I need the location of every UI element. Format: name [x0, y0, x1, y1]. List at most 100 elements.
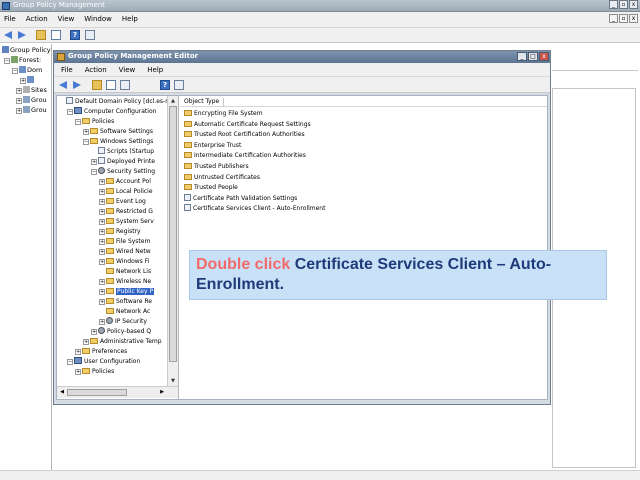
editor-close-icon[interactable]: x	[539, 52, 549, 61]
up-folder-icon[interactable]	[36, 30, 46, 40]
tree-node[interactable]: + Wired Netw	[99, 247, 151, 257]
child-minimize-icon[interactable]: _	[609, 14, 618, 23]
editor-up-folder-icon[interactable]	[92, 80, 102, 90]
expand-icon[interactable]: +	[20, 78, 26, 84]
tree-node[interactable]: − Policies	[75, 117, 114, 127]
expand-icon[interactable]: +	[99, 289, 105, 295]
list-item[interactable]: Encrypting File System	[184, 109, 263, 119]
editor-maximize-icon[interactable]: □	[528, 52, 538, 61]
expand-icon[interactable]: +	[99, 279, 105, 285]
tree-node[interactable]: + Windows Fi	[99, 257, 149, 267]
expand-icon[interactable]: +	[16, 98, 22, 104]
column-object-type[interactable]: Object Type	[184, 98, 224, 106]
editor-menu-view[interactable]: View	[119, 66, 136, 74]
expand-icon[interactable]: +	[16, 88, 22, 94]
tree-group-policy[interactable]: Group Policy	[2, 46, 51, 56]
list-item[interactable]: Certificate Path Validation Settings	[184, 193, 297, 204]
menu-file[interactable]: File	[4, 15, 16, 23]
editor-menu-action[interactable]: Action	[85, 66, 107, 74]
expand-icon[interactable]: +	[99, 259, 105, 265]
tree-node[interactable]: Network Lis	[99, 267, 151, 277]
tree-node[interactable]: + Administrative Temp	[83, 337, 162, 347]
editor-menu-help[interactable]: Help	[147, 66, 163, 74]
restore-icon[interactable]: ▫	[619, 0, 628, 9]
list-item[interactable]: Certificate Services Client - Auto-Enrol…	[184, 204, 325, 214]
collapse-icon[interactable]: −	[4, 58, 10, 64]
expand-icon[interactable]: +	[99, 299, 105, 305]
tree-group-results[interactable]: + Grou	[16, 106, 47, 116]
list-column-header[interactable]: Object Type	[180, 98, 547, 107]
tree-node[interactable]: Network Ac	[99, 307, 150, 317]
tree-node[interactable]: − Windows Settings	[83, 137, 153, 147]
expand-icon[interactable]: +	[99, 219, 105, 225]
list-item[interactable]: Trusted Root Certification Authorities	[184, 130, 305, 140]
editor-forward-arrow-icon[interactable]	[72, 80, 82, 90]
list-item[interactable]: Enterprise Trust	[184, 141, 241, 151]
properties-icon[interactable]	[85, 30, 95, 40]
expand-icon[interactable]: +	[75, 369, 81, 375]
list-item[interactable]: Automatic Certificate Request Settings	[184, 120, 311, 130]
tree-node[interactable]: − User Configuration	[67, 357, 140, 367]
list-item[interactable]: Trusted Publishers	[184, 162, 249, 172]
scroll-up-icon[interactable]: ▲	[169, 97, 177, 105]
editor-export-list-icon[interactable]	[120, 80, 130, 90]
tree-node[interactable]: + Local Policie	[99, 187, 153, 197]
tree-node[interactable]: + Restricted G	[99, 207, 153, 217]
editor-back-arrow-icon[interactable]	[59, 80, 69, 90]
menu-view[interactable]: View	[58, 15, 75, 23]
tree-vertical-scrollbar[interactable]: ▲ ▼	[167, 96, 178, 386]
tree-domain[interactable]: − Dom	[12, 66, 42, 76]
tree-node[interactable]: − Security Setting	[91, 167, 155, 177]
forward-arrow-icon[interactable]	[17, 30, 27, 40]
help-icon[interactable]: ?	[70, 30, 80, 40]
tree-node[interactable]: + Wireless Ne	[99, 277, 151, 287]
tree-node[interactable]: − Computer Configuration	[67, 107, 156, 117]
list-item[interactable]: Intermediate Certification Authorities	[184, 151, 306, 161]
tree-node[interactable]: + Software Settings	[83, 127, 153, 137]
menu-help[interactable]: Help	[122, 15, 138, 23]
tree-forest[interactable]: − Forest:	[4, 56, 41, 66]
child-restore-icon[interactable]: ▫	[619, 14, 628, 23]
tree-hscroll-thumb[interactable]	[67, 389, 127, 396]
tree-node[interactable]: + Public Key P	[99, 287, 155, 297]
tree-node[interactable]: + System Serv	[99, 217, 154, 227]
tree-horizontal-scrollbar[interactable]: ◀ ▶	[57, 386, 178, 398]
child-close-icon[interactable]: x	[629, 14, 638, 23]
expand-icon[interactable]: +	[99, 239, 105, 245]
editor-show-hide-tree-icon[interactable]	[106, 80, 116, 90]
editor-title-bar[interactable]: Group Policy Management Editor _ □ x	[54, 51, 550, 63]
expand-icon[interactable]: +	[83, 339, 89, 345]
expand-icon[interactable]: +	[99, 319, 105, 325]
expand-icon[interactable]: +	[75, 349, 81, 355]
tree-scroll-thumb[interactable]	[169, 106, 177, 362]
expand-icon[interactable]: +	[99, 249, 105, 255]
scroll-left-icon[interactable]: ◀	[58, 388, 66, 396]
editor-minimize-icon[interactable]: _	[517, 52, 527, 61]
expand-icon[interactable]: +	[99, 229, 105, 235]
tree-node[interactable]: + Software Re	[99, 297, 152, 307]
minimize-icon[interactable]: _	[609, 0, 618, 9]
tree-domain-child[interactable]: +	[20, 76, 35, 86]
expand-icon[interactable]: +	[91, 159, 97, 165]
collapse-icon[interactable]: −	[75, 119, 81, 125]
expand-icon[interactable]: +	[83, 129, 89, 135]
expand-icon[interactable]: +	[99, 199, 105, 205]
expand-icon[interactable]: +	[99, 189, 105, 195]
collapse-icon[interactable]: −	[12, 68, 18, 74]
show-hide-tree-icon[interactable]	[51, 30, 61, 40]
collapse-icon[interactable]: −	[67, 109, 73, 115]
tree-node[interactable]: + IP Security	[99, 317, 147, 327]
tree-node[interactable]: + File System	[99, 237, 150, 247]
tree-node[interactable]: + Policy-based Q	[91, 327, 151, 337]
tree-node[interactable]: + Policies	[75, 367, 114, 377]
expand-icon[interactable]: +	[99, 209, 105, 215]
tree-node[interactable]: + Preferences	[75, 347, 127, 357]
tree-node[interactable]: Default Domain Policy [dcl.es-n	[59, 97, 169, 107]
tree-node[interactable]: Scripts (Startup	[91, 147, 154, 157]
collapse-icon[interactable]: −	[83, 139, 89, 145]
menu-window[interactable]: Window	[84, 15, 112, 23]
editor-help-icon[interactable]: ?	[160, 80, 170, 90]
scroll-down-icon[interactable]: ▼	[169, 377, 177, 385]
expand-icon[interactable]: +	[99, 179, 105, 185]
scroll-right-icon[interactable]: ▶	[158, 388, 166, 396]
